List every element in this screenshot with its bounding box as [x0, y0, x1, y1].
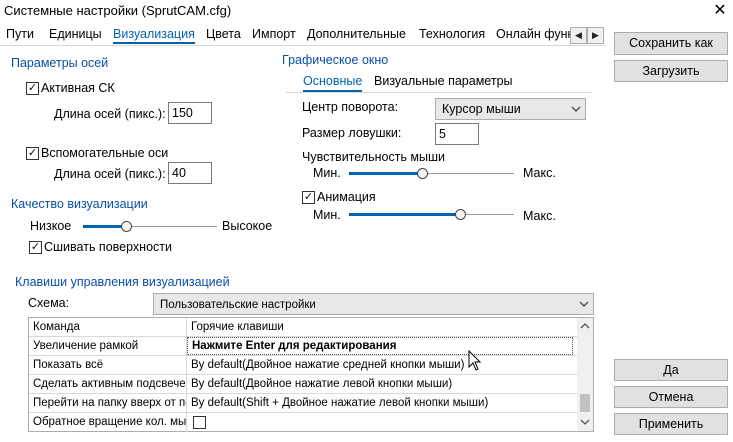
row-hotkeys: By default(Shift + Двойное нажатие левой…	[191, 397, 489, 409]
mouse-sens-max-label: Макс.	[523, 166, 556, 180]
mouse-sens-slider-thumb[interactable]	[417, 168, 428, 179]
active-cs-label: Активная СК	[41, 81, 115, 95]
table-row[interactable]: Увеличение рамкой Нажмите Enter для реда…	[29, 337, 577, 356]
row-command: Увеличение рамкой	[29, 337, 187, 356]
tab-scroll-right-icon[interactable]: ▶	[587, 27, 604, 44]
row-hotkeys: By default(Двойное нажатие левой кнопки …	[191, 378, 453, 390]
scheme-label: Схема:	[28, 296, 70, 310]
scroll-up-icon[interactable]	[580, 322, 590, 330]
rotation-center-value: Курсор мыши	[442, 102, 521, 116]
trap-size-input[interactable]: 5	[435, 123, 479, 145]
animation-min-label: Мин.	[313, 208, 341, 222]
animation-slider-fill	[349, 213, 460, 216]
quality-high-label: Высокое	[222, 219, 273, 233]
chevron-down-icon	[571, 106, 581, 112]
rotation-center-label: Центр поворота:	[302, 100, 399, 114]
quality-low-label: Низкое	[30, 219, 72, 233]
tab-units[interactable]: Единицы	[49, 26, 102, 44]
header-command: Команда	[29, 318, 187, 337]
animation-slider-rest	[460, 214, 514, 215]
row-hotkeys	[187, 413, 577, 432]
scroll-down-icon[interactable]	[580, 418, 590, 426]
tab-scroll-left-icon[interactable]: ◀	[570, 27, 587, 44]
aux-axes-checkbox[interactable]: ✓	[26, 147, 39, 160]
table-row[interactable]: Сделать активным подсвечен By default(Дв…	[29, 375, 577, 394]
tab-colors[interactable]: Цвета	[206, 26, 241, 44]
trap-size-label: Размер ловушки:	[302, 126, 402, 140]
shortcuts-header: Клавиши управления визуализацией	[15, 275, 230, 289]
quality-slider[interactable]	[83, 221, 217, 232]
row-command: Сделать активным подсвечен	[29, 375, 187, 394]
quality-slider-fill	[83, 225, 126, 228]
row-command: Показать всё	[29, 356, 187, 375]
check-icon: ✓	[27, 147, 38, 159]
table-row[interactable]: Показать всё By default(Двойное нажатие …	[29, 356, 577, 375]
quality-slider-thumb[interactable]	[121, 221, 132, 232]
window-title: Системные настройки (SprutCAM.cfg)	[4, 3, 232, 18]
shortcuts-grid: Команда Горячие клавиши Увеличение рамко…	[28, 317, 594, 432]
grid-scrollbar[interactable]	[577, 318, 593, 431]
animation-slider[interactable]	[349, 209, 514, 220]
mouse-sens-min-label: Мин.	[313, 166, 341, 180]
mouse-cursor-icon	[468, 350, 482, 371]
animation-label: Анимация	[317, 190, 376, 204]
mouse-sens-slider-rest	[422, 173, 514, 174]
check-icon: ✓	[303, 191, 314, 203]
tab-gw-main[interactable]: Основные	[303, 74, 363, 92]
grid-header-row: Команда Горячие клавиши	[29, 318, 577, 337]
apply-button[interactable]: Применить	[614, 413, 728, 435]
quality-slider-rest	[126, 226, 217, 227]
viz-quality-header: Качество визуализации	[11, 197, 148, 211]
rotation-center-select[interactable]: Курсор мыши	[435, 98, 586, 120]
ok-button[interactable]: Да	[614, 359, 728, 381]
mouse-sens-slider-fill	[349, 172, 422, 175]
mouse-sens-label: Чувствительность мыши	[302, 150, 446, 164]
row-command: Обратное вращение кол. мыш	[29, 413, 187, 432]
mouse-sens-slider[interactable]	[349, 168, 514, 179]
animation-checkbox[interactable]: ✓	[302, 191, 315, 204]
axis-length-input[interactable]: 150	[168, 102, 212, 124]
active-cs-checkbox[interactable]: ✓	[26, 82, 39, 95]
header-hotkeys: Горячие клавиши	[191, 321, 284, 333]
axis-length-label: Длина осей (пикс.):	[54, 107, 166, 121]
graphics-window-header: Графическое окно	[282, 53, 389, 67]
scheme-select[interactable]: Пользовательские настройки	[153, 293, 594, 315]
tab-paths[interactable]: Пути	[6, 26, 34, 44]
table-row[interactable]: Обратное вращение кол. мыш	[29, 413, 577, 432]
scheme-value: Пользовательские настройки	[160, 299, 316, 311]
scrollbar-thumb[interactable]	[580, 394, 590, 412]
stitch-label: Сшивать поверхности	[44, 240, 172, 254]
save-as-button[interactable]: Сохранить как	[614, 32, 728, 55]
row-hotkeys-editing[interactable]: Нажмите Enter для редактирования	[187, 337, 573, 355]
tab-technology[interactable]: Технология	[419, 26, 485, 44]
animation-slider-thumb[interactable]	[455, 209, 466, 220]
load-button[interactable]: Загрузить	[614, 60, 728, 82]
gw-tab-divider	[286, 92, 592, 93]
tab-additional[interactable]: Дополнительные	[307, 26, 406, 44]
tab-bar: Пути Единицы Визуализация Цвета Импорт Д…	[0, 26, 606, 46]
axes-params-header: Параметры осей	[11, 56, 109, 70]
aux-axes-label: Вспомогательные оси	[41, 146, 169, 160]
tab-visualization[interactable]: Визуализация	[113, 26, 195, 44]
check-icon: ✓	[27, 82, 38, 94]
animation-max-label: Макс.	[523, 209, 556, 223]
table-row[interactable]: Перейти на папку вверх от по By default(…	[29, 394, 577, 413]
check-icon: ✓	[30, 241, 41, 253]
row-command: Перейти на папку вверх от по	[29, 394, 187, 413]
reverse-wheel-checkbox[interactable]	[193, 416, 206, 429]
close-icon[interactable]: ✕	[708, 0, 732, 22]
row-hotkeys: By default(Двойное нажатие средней кнопк…	[191, 359, 465, 371]
aux-axis-length-input[interactable]: 40	[168, 162, 212, 184]
cancel-button[interactable]: Отмена	[614, 386, 728, 408]
tab-import[interactable]: Импорт	[252, 26, 296, 44]
stitch-checkbox[interactable]: ✓	[29, 241, 42, 254]
tab-gw-visual[interactable]: Визуальные параметры	[374, 74, 513, 88]
aux-axis-length-label: Длина осей (пикс.):	[54, 167, 166, 181]
tab-online[interactable]: Онлайн функ	[496, 26, 573, 44]
chevron-down-icon	[579, 301, 589, 307]
